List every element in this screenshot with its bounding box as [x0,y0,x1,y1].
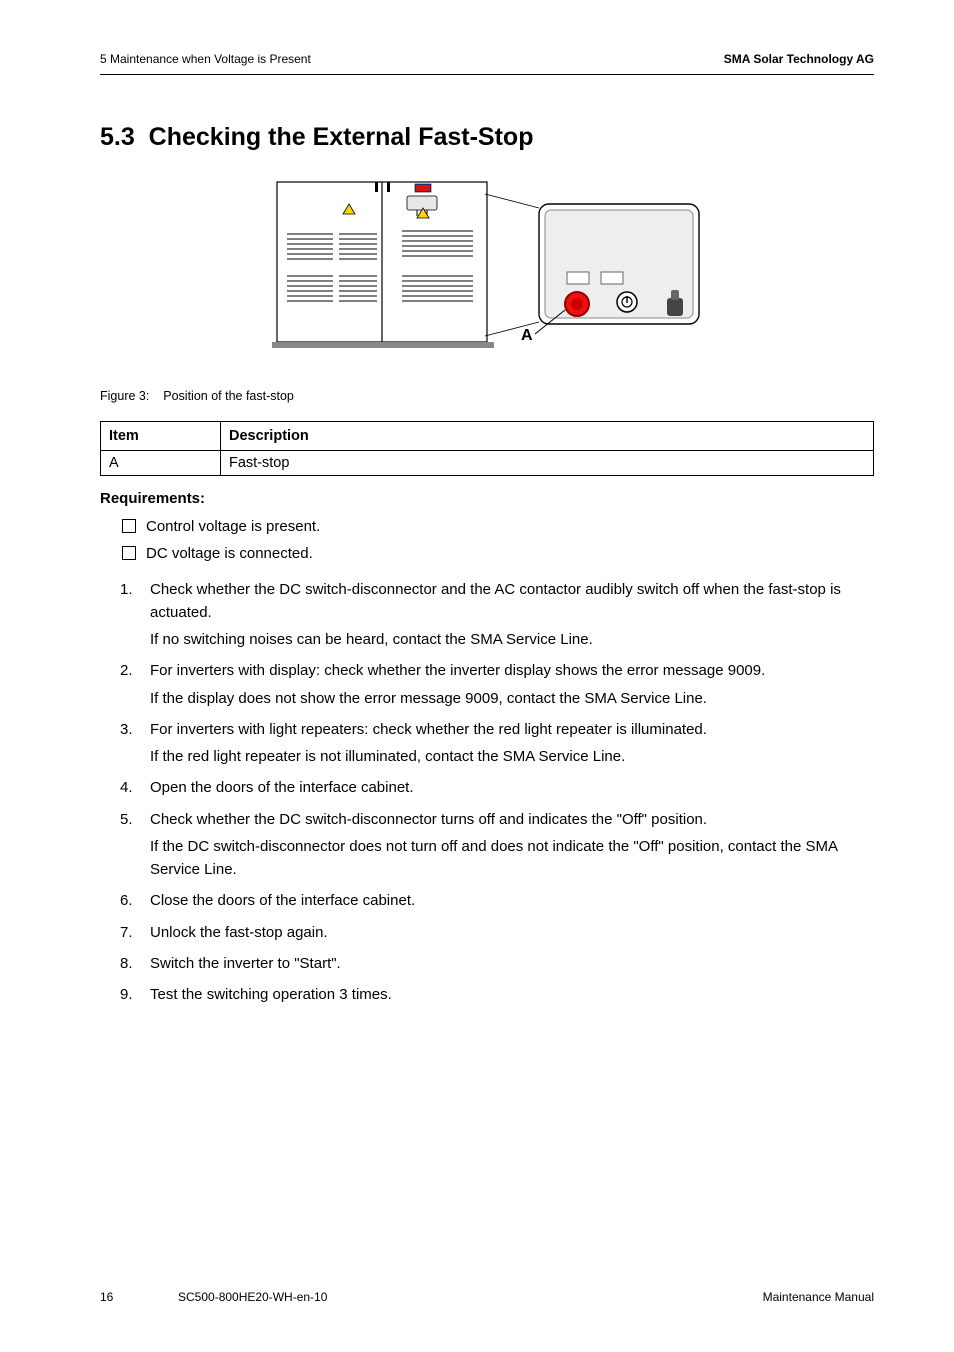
td-item: A [101,451,221,476]
list-item: Check whether the DC switch-disconnector… [120,808,874,882]
figure-caption: Figure 3: Position of the fast-stop [100,389,874,403]
header-rule [100,74,874,75]
page-footer: 16 SC500-800HE20-WH-en-10 Maintenance Ma… [100,1290,874,1304]
doc-type: Maintenance Manual [763,1290,874,1304]
step-main: Check whether the DC switch-disconnector… [150,581,841,621]
figure-label-a: A [521,327,533,344]
section-title: 5.3 Checking the External Fast-Stop [100,123,874,152]
step-main: Switch the inverter to "Start". [150,955,341,972]
th-item: Item [101,422,221,451]
th-desc: Description [221,422,874,451]
td-desc: Fast-stop [221,451,874,476]
list-item: For inverters with display: check whethe… [120,659,874,710]
step-sub: If the red light repeater is not illumin… [150,745,874,768]
figure-caption-prefix: Figure 3: [100,389,149,403]
list-item: Check whether the DC switch-disconnector… [120,578,874,652]
figure-caption-text: Position of the fast-stop [163,389,294,403]
table-header-row: Item Description [101,422,874,451]
step-sub: If no switching noises can be heard, con… [150,628,874,651]
list-item: Test the switching operation 3 times. [120,983,874,1006]
step-main: Close the doors of the interface cabinet… [150,892,415,909]
page-header: 5 Maintenance when Voltage is Present SM… [100,52,874,66]
table-row: A Fast-stop [101,451,874,476]
page-number: 16 [100,1290,113,1304]
list-item: Close the doors of the interface cabinet… [120,889,874,912]
steps-list: Check whether the DC switch-disconnector… [120,578,874,1007]
list-item: DC voltage is connected. [122,542,874,565]
header-left-text: 5 Maintenance when Voltage is Present [100,52,311,66]
step-main: For inverters with display: check whethe… [150,662,765,679]
step-main: Unlock the fast-stop again. [150,924,328,941]
fast-stop-diagram: A [267,176,707,356]
step-main: Test the switching operation 3 times. [150,986,392,1003]
list-item: For inverters with light repeaters: chec… [120,718,874,769]
step-main: Check whether the DC switch-disconnector… [150,811,707,828]
section-title-text: Checking the External Fast-Stop [149,123,534,151]
header-right-text: SMA Solar Technology AG [724,52,874,66]
list-item: Open the doors of the interface cabinet. [120,776,874,799]
step-sub: If the DC switch-disconnector does not t… [150,835,874,882]
list-item: Control voltage is present. [122,515,874,538]
step-main: For inverters with light repeaters: chec… [150,721,707,738]
item-table: Item Description A Fast-stop [100,421,874,476]
doc-code: SC500-800HE20-WH-en-10 [178,1290,327,1304]
step-main: Open the doors of the interface cabinet. [150,779,414,796]
section-number: 5.3 [100,123,135,151]
step-sub: If the display does not show the error m… [150,687,874,710]
requirements-title: Requirements: [100,490,874,507]
figure: A [100,176,874,361]
requirements-list: Control voltage is present. DC voltage i… [122,515,874,566]
list-item: Unlock the fast-stop again. [120,921,874,944]
list-item: Switch the inverter to "Start". [120,952,874,975]
